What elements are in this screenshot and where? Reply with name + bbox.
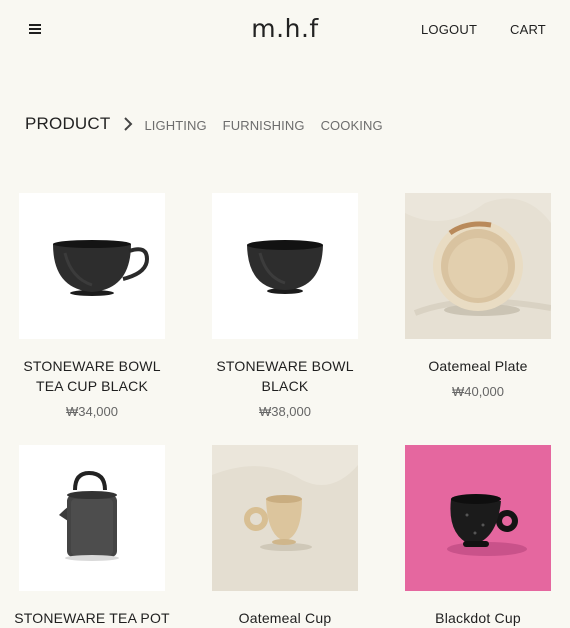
product-name-line: TEA CUP BLACK [35,378,149,394]
product-price: ₩34,000 [65,404,119,419]
product-image-oatmeal-cup[interactable] [212,445,358,591]
product-name-line: Oatemeal Plate [428,358,528,374]
product-name-line: Blackdot Cup [435,610,521,626]
product-card[interactable]: Oatemeal Plate ₩40,000 [405,193,551,399]
product-image-oatmeal-plate[interactable] [405,193,551,339]
product-name[interactable]: STONEWARE BOWL TEA CUP BLACK [2,356,182,396]
product-image-black-teapot[interactable] [19,445,165,591]
product-name-line: STONEWARE TEA POT [14,610,170,626]
site-header: m.h.f LOGOUT CART [0,0,570,60]
product-name-line: Oatemeal Cup [238,610,332,626]
product-name[interactable]: STONEWARE BOWL BLACK [195,356,375,396]
product-name-line: STONEWARE BOWL [23,358,161,374]
breadcrumb: PRODUCT LIGHTING FURNISHING COOKING [25,112,399,136]
product-name[interactable]: STONEWARE TEA POT [2,608,182,628]
product-image-black-bowl[interactable] [212,193,358,339]
product-name-line: STONEWARE BOWL [216,358,354,374]
product-card[interactable]: STONEWARE BOWL BLACK ₩38,000 [212,193,358,419]
product-card[interactable]: Oatemeal Cup [212,445,358,628]
product-name[interactable]: Oatemeal Plate [388,356,568,376]
product-image-blackdot-cup[interactable] [405,445,551,591]
product-price: ₩40,000 [451,384,505,399]
cart-link[interactable]: CART [510,22,546,37]
product-price: ₩38,000 [258,404,312,419]
product-name[interactable]: Oatemeal Cup [195,608,375,628]
category-link-furnishing[interactable]: FURNISHING [223,118,305,133]
product-name-line: BLACK [261,378,309,394]
logout-link[interactable]: LOGOUT [421,22,477,37]
product-card[interactable]: STONEWARE TEA POT [14,445,170,628]
product-card[interactable]: Blackdot Cup [405,445,551,628]
breadcrumb-current: PRODUCT [25,114,111,133]
site-logo[interactable]: m.h.f [0,14,570,43]
category-link-lighting[interactable]: LIGHTING [144,118,206,133]
chevron-right-icon [124,117,133,131]
product-name[interactable]: Blackdot Cup [388,608,568,628]
product-image-black-teacup[interactable] [19,193,165,339]
category-link-cooking[interactable]: COOKING [321,118,383,133]
product-card[interactable]: STONEWARE BOWL TEA CUP BLACK ₩34,000 [19,193,165,419]
